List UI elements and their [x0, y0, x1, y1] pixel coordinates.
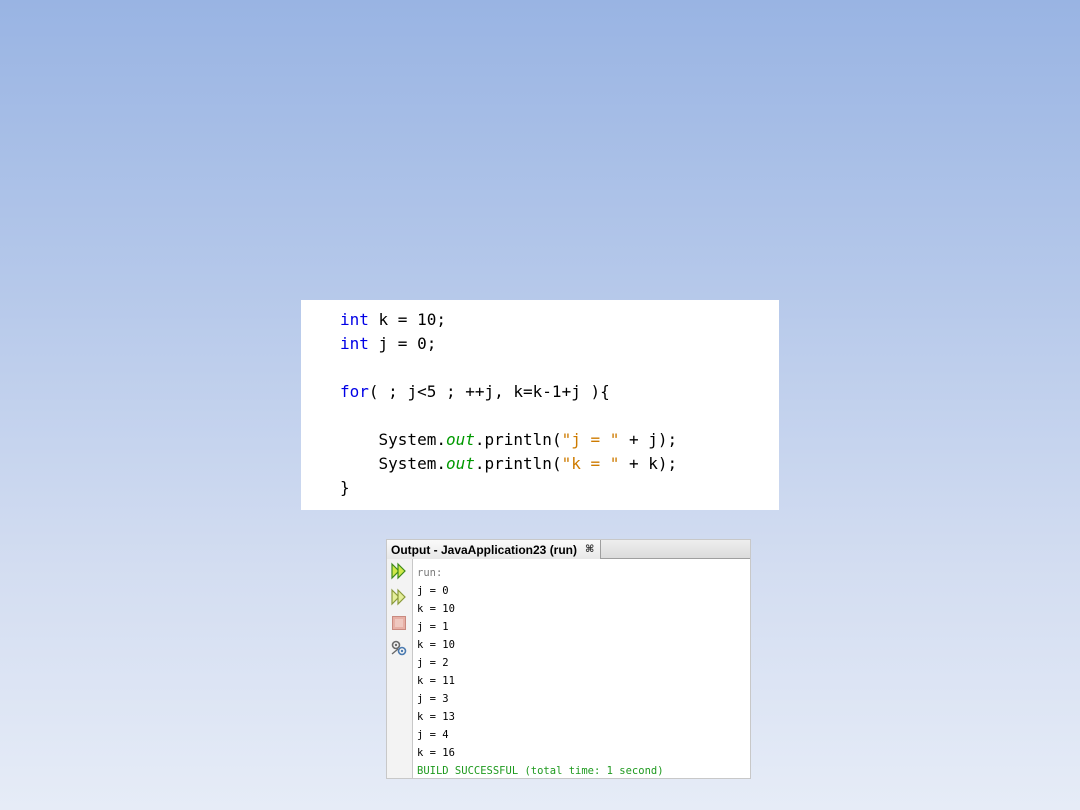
code-line: System.out.println("k = " + k); [340, 452, 779, 476]
rerun-with-args-icon[interactable] [390, 588, 408, 606]
rerun-icon[interactable] [390, 562, 408, 580]
code-text: System. [340, 430, 446, 449]
output-line: k = 10 [417, 639, 455, 651]
output-line: j = 1 [417, 621, 449, 633]
output-toolbar [387, 559, 413, 778]
code-text: + j); [619, 430, 678, 449]
output-line: j = 4 [417, 729, 449, 741]
code-text: k = 10; [368, 310, 446, 329]
code-lines: int k = 10; int j = 0; for( ; j<5 ; ++j, k… [340, 308, 779, 500]
code-line: for( ; j<5 ; ++j, k=k-1+j ){ [340, 380, 779, 404]
tab-close-icon[interactable]: ⌘ [585, 544, 594, 555]
code-text: + k); [619, 454, 678, 473]
output-line: j = 2 [417, 657, 449, 669]
code-text: .println( [474, 430, 562, 449]
code-line: int j = 0; [340, 332, 779, 356]
output-text: run: j = 0 k = 10 j = 1 k = 10 j = 2 k = 11 j =… [417, 564, 748, 780]
code-keyword: int [340, 334, 369, 353]
code-keyword: int [340, 310, 369, 329]
output-line: j = 0 [417, 585, 449, 597]
code-string: "j = " [561, 430, 620, 449]
code-text: .println( [474, 454, 562, 473]
settings-icon[interactable] [390, 639, 408, 657]
output-line: k = 11 [417, 675, 455, 687]
output-window: Output - JavaApplication23 (run) ⌘ run: [386, 539, 751, 779]
code-text: ( ; j<5 ; ++j, k=k-1+j ){ [368, 382, 610, 401]
output-line: k = 13 [417, 711, 455, 723]
code-text: System. [340, 454, 446, 473]
output-tab-title: Output - JavaApplication23 (run) [391, 542, 578, 557]
code-line: System.out.println("j = " + j); [340, 428, 779, 452]
code-string: "k = " [561, 454, 620, 473]
code-field: out [445, 430, 475, 449]
output-tab[interactable]: Output - JavaApplication23 (run) ⌘ [387, 540, 602, 559]
code-text: } [340, 478, 350, 497]
output-line: j = 3 [417, 693, 449, 705]
output-line: k = 10 [417, 603, 455, 615]
output-line: k = 16 [417, 747, 455, 759]
output-line: run: [417, 567, 443, 579]
code-text: j = 0; [368, 334, 437, 353]
build-status-line: BUILD SUCCESSFUL (total time: 1 second) [417, 765, 664, 777]
code-line: int k = 10; [340, 308, 779, 332]
code-line: } [340, 476, 779, 500]
code-keyword: for [340, 382, 369, 401]
code-field: out [445, 454, 475, 473]
code-panel: int k = 10; int j = 0; for( ; j<5 ; ++j, k… [301, 300, 779, 510]
output-header: Output - JavaApplication23 (run) ⌘ [387, 540, 750, 559]
stop-icon[interactable] [390, 614, 408, 632]
